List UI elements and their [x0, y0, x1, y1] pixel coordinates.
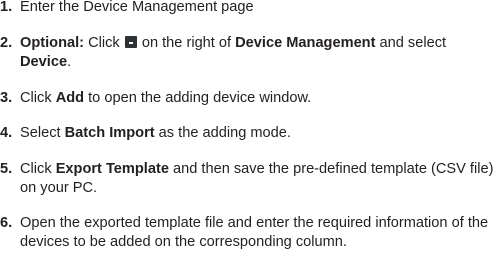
step-text: Click	[20, 161, 56, 177]
export-template-term: Export Template	[55, 161, 169, 177]
step-5: 5. Click Export Template and then save t…	[0, 160, 497, 198]
step-text: and select	[375, 35, 447, 51]
menu-icon	[124, 36, 137, 48]
step-number: 4.	[0, 125, 13, 141]
step-text: on the right of	[137, 35, 236, 51]
step-text: Open the exported template file and ente…	[20, 215, 489, 250]
step-text: Click	[84, 35, 124, 51]
device-term: Device	[20, 54, 68, 70]
step-text: .	[67, 54, 72, 70]
step-text: Select	[20, 125, 65, 141]
step-6: 6. Open the exported template file and e…	[0, 214, 497, 252]
step-2: 2. Optional: Click on the right of Devic…	[0, 34, 497, 72]
step-text: Enter the Device Management page	[20, 0, 254, 15]
optional-label: Optional:	[20, 35, 85, 51]
step-number: 5.	[0, 161, 13, 177]
step-number: 1.	[0, 0, 13, 15]
step-1: 1. Enter the Device Management page	[0, 0, 497, 17]
step-number: 3.	[0, 90, 13, 106]
step-3: 3. Click Add to open the adding device w…	[0, 89, 497, 108]
batch-import-term: Batch Import	[64, 125, 155, 141]
step-number: 6.	[0, 215, 13, 231]
step-text: to open the adding device window.	[84, 90, 312, 106]
step-number: 2.	[0, 35, 13, 51]
step-4: 4. Select Batch Import as the adding mod…	[0, 124, 497, 143]
step-text: Click	[20, 90, 56, 106]
step-text: as the adding mode.	[154, 125, 291, 141]
device-management-term: Device Management	[235, 35, 376, 51]
add-term: Add	[55, 90, 85, 106]
